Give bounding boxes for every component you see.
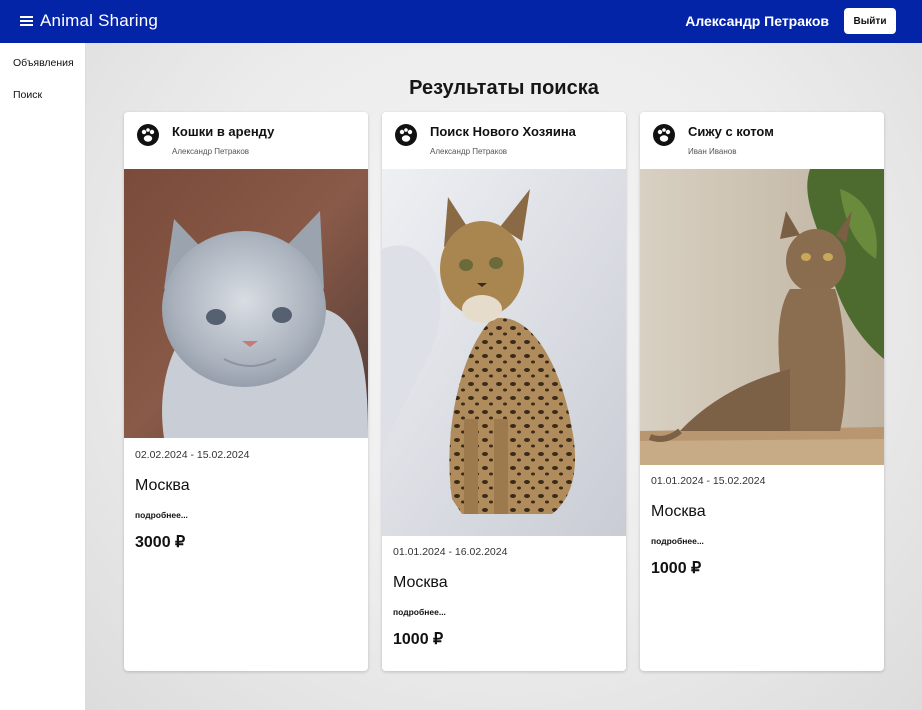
card-dates: 02.02.2024 - 15.02.2024 [135,449,250,461]
card-city: Москва [651,503,706,520]
hamburger-menu-icon[interactable] [20,16,33,27]
card-price: 1000 ₽ [651,560,702,577]
abyssinian-cat-photo [640,169,884,465]
card-title: Поиск Нового Хозяина [430,124,576,139]
listing-card[interactable]: Сижу с котом Иван Иванов 01.01.2024 - 15… [640,112,884,671]
card-price: 3000 ₽ [135,534,186,551]
card-author: Иван Иванов [688,147,737,156]
card-header: Кошки в аренду Александр Петраков [124,112,368,169]
card-author: Александр Петраков [172,147,250,156]
page-title: Результаты поиска [409,77,599,99]
app-title: Animal Sharing [40,11,159,30]
sidebar: Объявления Поиск [0,43,86,710]
pets-avatar-icon [137,124,159,146]
card-dates: 01.01.2024 - 15.02.2024 [651,475,766,487]
logout-button[interactable]: Выйти [844,8,896,34]
main-content: Результаты поиска Кошки в аренду Алексан… [86,43,922,710]
card-price: 1000 ₽ [393,631,444,648]
top-app-bar: Animal Sharing Александр Петраков Выйти [0,0,922,43]
pets-avatar-icon [653,124,675,146]
card-author: Александр Петраков [430,147,508,156]
listing-card[interactable]: Поиск Нового Хозяина Александр Петраков [382,112,626,671]
card-more-link[interactable]: подробнее... [651,536,704,546]
user-name: Александр Петраков [685,13,829,29]
card-header: Сижу с котом Иван Иванов [640,112,884,169]
card-more-link[interactable]: подробнее... [135,510,188,520]
listing-card[interactable]: Кошки в аренду Александр Петраков 02.02.… [124,112,368,671]
card-header: Поиск Нового Хозяина Александр Петраков [382,112,626,169]
card-city: Москва [135,477,190,494]
card-city: Москва [393,574,448,591]
grey-cat-photo [124,169,368,438]
card-dates: 01.01.2024 - 16.02.2024 [393,546,508,558]
card-more-link[interactable]: подробнее... [393,607,446,617]
pets-avatar-icon [395,124,417,146]
savannah-cat-photo [382,169,626,536]
sidebar-item-search[interactable]: Поиск [13,89,42,101]
card-title: Кошки в аренду [172,124,275,139]
card-title: Сижу с котом [688,124,774,139]
sidebar-item-listings[interactable]: Объявления [13,57,74,69]
